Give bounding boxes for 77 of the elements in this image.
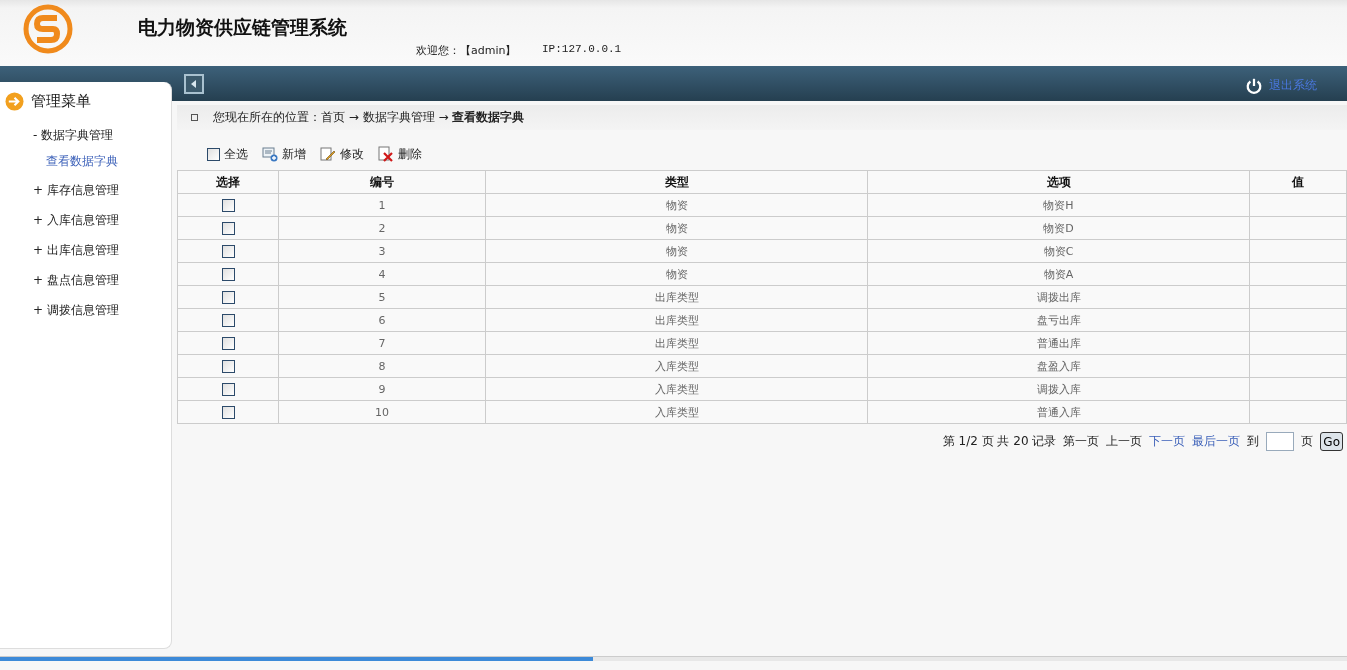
table-cell: 物资 (665, 221, 688, 235)
welcome-text: 欢迎您：【admin】 (416, 43, 517, 58)
column-header: 值 (1249, 170, 1347, 194)
table-cell: 2 (378, 221, 386, 235)
row-checkbox[interactable] (221, 336, 235, 350)
table-cell: 盘盈入库 (1036, 359, 1081, 373)
page-unit-label: 页 (1301, 433, 1314, 450)
collapse-icon[interactable] (184, 73, 204, 94)
table-cell: 物资A (1043, 267, 1074, 281)
breadcrumb: 您现在所在的位置：首页 → 数据字典管理 → 查看数据字典 (213, 109, 525, 126)
table-cell: 物资 (665, 267, 688, 281)
column-header: 选项 (867, 170, 1250, 194)
table-cell: 普通出库 (1036, 336, 1081, 350)
row-checkbox[interactable] (221, 290, 235, 304)
table-cell: 调拨入库 (1036, 382, 1081, 396)
menu-group[interactable]: - 数据字典管理 (33, 128, 114, 142)
app-title: 电力物资供应链管理系统 (138, 15, 347, 40)
table-cell: 出库类型 (654, 313, 699, 327)
go-button[interactable]: Go (1320, 432, 1343, 451)
square-icon (191, 114, 198, 121)
power-icon[interactable] (1245, 76, 1263, 95)
table-cell: 入库类型 (654, 359, 699, 373)
column-header: 选择 (177, 170, 279, 194)
goto-label: 到 (1247, 433, 1260, 450)
table-cell: 物资D (1043, 221, 1074, 235)
delete-button[interactable]: 删除 (378, 145, 422, 163)
table-cell: 调拨出库 (1036, 290, 1081, 304)
edit-button[interactable]: 修改 (320, 145, 364, 163)
checkbox[interactable] (207, 147, 220, 161)
row-checkbox[interactable] (221, 198, 235, 212)
table-cell: 5 (378, 290, 386, 304)
menu-group[interactable]: + 盘点信息管理 (33, 273, 119, 287)
delete-document-icon (378, 146, 394, 162)
table-cell: 出库类型 (654, 290, 699, 304)
table-cell: 物资 (665, 198, 688, 212)
table-cell: 物资H (1043, 198, 1074, 212)
menu-group[interactable]: + 库存信息管理 (33, 183, 119, 197)
page-link[interactable]: 下一页 (1149, 433, 1186, 450)
row-checkbox[interactable] (221, 405, 235, 419)
menu-group[interactable]: + 调拨信息管理 (33, 303, 119, 317)
add-button[interactable]: 新增 (262, 145, 306, 163)
arrow-right-icon (5, 91, 24, 111)
table-cell: 入库类型 (654, 382, 699, 396)
row-checkbox[interactable] (221, 267, 235, 281)
row-checkbox[interactable] (221, 382, 235, 396)
page-summary: 第 1/2 页 共 20 记录 (942, 433, 1057, 450)
page-number-field[interactable] (1266, 432, 1295, 451)
row-checkbox[interactable] (221, 359, 235, 373)
column-header: 类型 (485, 170, 868, 194)
table-cell: 4 (378, 267, 386, 281)
table-cell: 出库类型 (654, 336, 699, 350)
table-cell: 7 (378, 336, 386, 350)
select-all-checkbox[interactable]: 全选 (207, 145, 248, 163)
submenu-item[interactable]: 查看数据字典 (46, 154, 118, 168)
menu-group[interactable]: + 出库信息管理 (33, 243, 119, 257)
ip-address: IP:127.0.0.1 (542, 43, 622, 55)
table-cell: 9 (378, 382, 386, 396)
row-checkbox[interactable] (221, 244, 235, 258)
page-link[interactable]: 最后一页 (1192, 433, 1241, 450)
table-cell: 盘亏出库 (1036, 313, 1081, 327)
table-cell: 10 (375, 405, 389, 419)
table-cell: 入库类型 (654, 405, 699, 419)
menu-group[interactable]: + 入库信息管理 (33, 213, 119, 227)
table-cell: 普通入库 (1036, 405, 1081, 419)
logo-icon (23, 4, 73, 54)
table-cell: 8 (378, 359, 386, 373)
table-cell: 6 (378, 313, 386, 327)
row-checkbox[interactable] (221, 313, 235, 327)
row-checkbox[interactable] (221, 221, 235, 235)
table-cell: 物资C (1043, 244, 1074, 258)
column-header: 编号 (278, 170, 486, 194)
add-document-icon (262, 146, 278, 162)
table-cell: 1 (378, 198, 386, 212)
table-cell: 3 (378, 244, 386, 258)
pencil-icon (320, 146, 336, 162)
table-cell: 物资 (665, 244, 688, 258)
menu-title: 管理菜单 (31, 91, 91, 111)
